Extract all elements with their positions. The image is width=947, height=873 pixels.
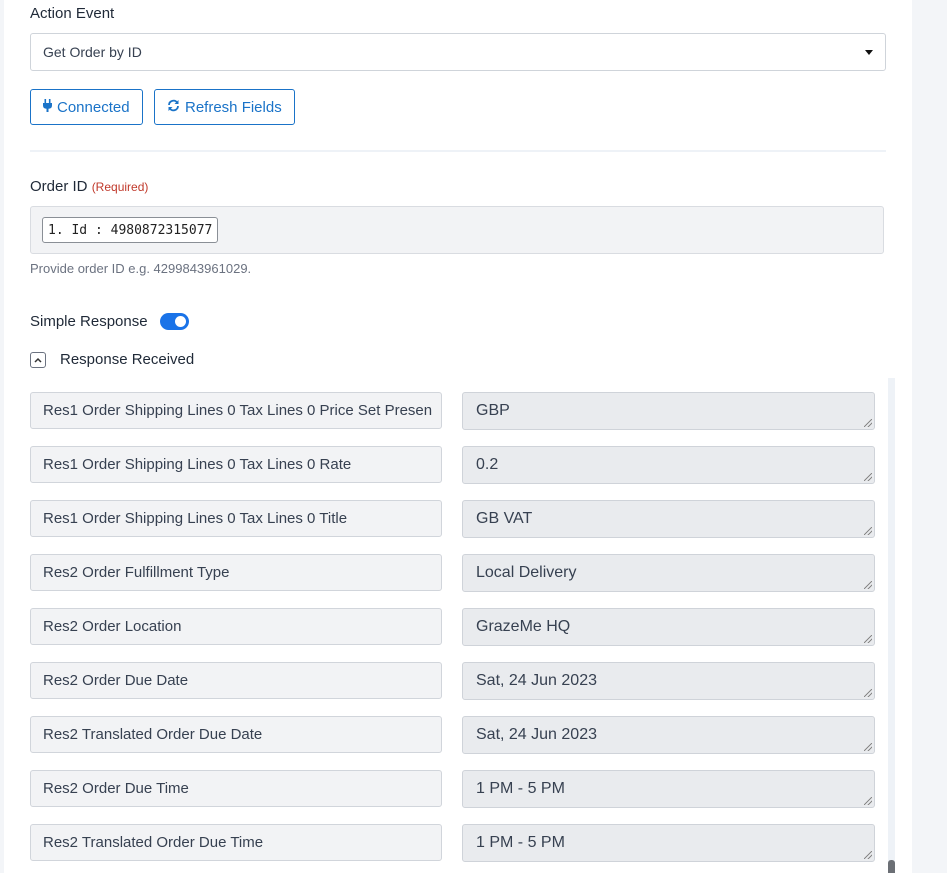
response-value[interactable]: GBP (462, 392, 875, 430)
connected-button[interactable]: Connected (30, 89, 143, 125)
response-row: Res2 Order Location GrazeMe HQ (4, 608, 884, 646)
response-scrollbar-thumb[interactable] (888, 860, 895, 873)
response-value-text: 0.2 (476, 456, 499, 473)
page-gutter (912, 0, 947, 873)
response-value-text: Sat, 24 Jun 2023 (476, 726, 597, 743)
resize-grip-icon[interactable] (864, 473, 872, 481)
refresh-fields-label: Refresh Fields (185, 98, 282, 116)
response-key: Res2 Translated Order Due Time (30, 824, 442, 861)
response-row: Res2 Translated Order Due Time 1 PM - 5 … (4, 824, 884, 862)
action-event-select[interactable]: Get Order by ID (30, 33, 886, 71)
response-value[interactable]: Sat, 24 Jun 2023 (462, 716, 875, 754)
refresh-fields-button[interactable]: Refresh Fields (154, 89, 295, 125)
response-row: Res1 Order Shipping Lines 0 Tax Lines 0 … (4, 500, 884, 538)
response-value-text: Sat, 24 Jun 2023 (476, 672, 597, 689)
resize-grip-icon[interactable] (864, 635, 872, 643)
simple-response-toggle[interactable] (160, 313, 189, 330)
response-value[interactable]: 1 PM - 5 PM (462, 770, 875, 808)
toggle-knob (175, 316, 186, 327)
resize-grip-icon[interactable] (864, 419, 872, 427)
response-value-text: Local Delivery (476, 564, 577, 581)
refresh-icon (167, 99, 180, 115)
response-row: Res1 Order Shipping Lines 0 Tax Lines 0 … (4, 446, 884, 484)
response-value[interactable]: Local Delivery (462, 554, 875, 592)
order-id-help: Provide order ID e.g. 4299843961029. (30, 261, 252, 276)
required-badge: (Required) (91, 180, 149, 194)
chevron-down-icon (865, 50, 873, 55)
chevron-up-icon[interactable] (30, 352, 46, 368)
resize-grip-icon[interactable] (864, 797, 872, 805)
response-key: Res2 Order Due Date (30, 662, 442, 699)
plug-icon (43, 99, 52, 115)
response-received-label: Response Received (60, 351, 195, 368)
response-row: Res2 Order Fulfillment Type Local Delive… (4, 554, 884, 592)
action-event-value: Get Order by ID (43, 44, 142, 60)
response-value[interactable]: GB VAT (462, 500, 875, 538)
response-value[interactable]: GrazeMe HQ (462, 608, 875, 646)
response-scrollbar[interactable] (888, 378, 895, 873)
resize-grip-icon[interactable] (864, 689, 872, 697)
response-row: Res1 Order Shipping Lines 0 Tax Lines 0 … (4, 392, 884, 430)
order-id-title: Order ID (30, 178, 88, 195)
order-id-label: Order ID (Required) (30, 178, 148, 195)
resize-grip-icon[interactable] (864, 743, 872, 751)
response-value-text: GBP (476, 402, 510, 419)
connected-label: Connected (57, 98, 130, 116)
response-key: Res2 Order Fulfillment Type (30, 554, 442, 591)
response-value-text: GB VAT (476, 510, 533, 527)
response-key: Res2 Order Location (30, 608, 442, 645)
simple-response-label: Simple Response (30, 313, 148, 330)
resize-grip-icon[interactable] (864, 851, 872, 859)
response-row: Res2 Order Due Time 1 PM - 5 PM (4, 770, 884, 808)
resize-grip-icon[interactable] (864, 581, 872, 589)
response-row: Res2 Translated Order Due Date Sat, 24 J… (4, 716, 884, 754)
action-panel: Action Event Get Order by ID Connected R… (4, 0, 912, 873)
order-id-chip[interactable]: 1. Id : 4980872315077 (42, 217, 219, 243)
response-value-text: GrazeMe HQ (476, 618, 571, 635)
order-id-field[interactable]: 1. Id : 4980872315077 (30, 206, 884, 254)
response-key: Res1 Order Shipping Lines 0 Tax Lines 0 … (30, 446, 442, 483)
response-key: Res2 Translated Order Due Date (30, 716, 442, 753)
response-key: Res1 Order Shipping Lines 0 Tax Lines 0 … (30, 392, 442, 429)
response-key: Res2 Order Due Time (30, 770, 442, 807)
resize-grip-icon[interactable] (864, 527, 872, 535)
response-row: Res2 Order Due Date Sat, 24 Jun 2023 (4, 662, 884, 700)
response-value[interactable]: Sat, 24 Jun 2023 (462, 662, 875, 700)
response-value[interactable]: 1 PM - 5 PM (462, 824, 875, 862)
action-event-label: Action Event (30, 5, 115, 22)
response-value-text: 1 PM - 5 PM (476, 834, 565, 851)
response-key: Res1 Order Shipping Lines 0 Tax Lines 0 … (30, 500, 442, 537)
response-value-text: 1 PM - 5 PM (476, 780, 565, 797)
response-value[interactable]: 0.2 (462, 446, 875, 484)
section-divider (30, 150, 886, 152)
